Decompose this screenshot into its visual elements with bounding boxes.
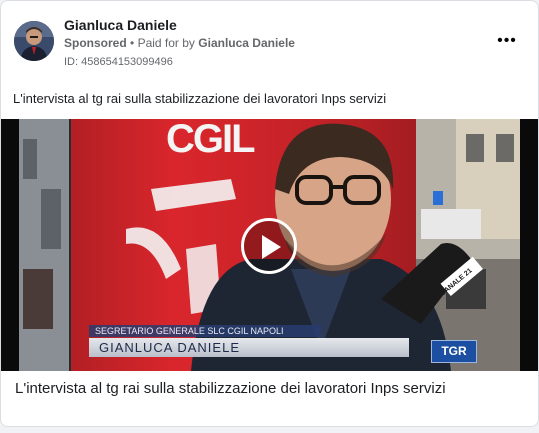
more-options-button[interactable]: ••• [495, 31, 519, 51]
play-icon [262, 235, 281, 259]
lower-third-role: SEGRETARIO GENERALE SLC CGIL NAPOLI [89, 325, 321, 337]
ad-id: ID: 458654153099496 [64, 56, 173, 68]
banner-lettering: CGIL [166, 119, 256, 161]
ad-card: Gianluca Daniele Sponsored • Paid for by… [0, 0, 539, 427]
lower-third-name: GIANLUCA DANIELE [89, 338, 409, 357]
link-card-footer[interactable]: L'intervista al tg rai sulla stabilizzaz… [1, 371, 538, 426]
separator-dot: • [130, 36, 135, 50]
video-player[interactable]: CGIL CANALE 21 SEGRETARIO GENERALE SLC C… [1, 119, 538, 371]
channel-logo: TGR [431, 340, 477, 363]
advertiser-avatar[interactable] [14, 21, 54, 61]
more-horizontal-icon: ••• [497, 32, 517, 49]
sponsored-label: Sponsored [64, 36, 127, 50]
paid-for-name[interactable]: Gianluca Daniele [198, 36, 295, 50]
news-lower-third: SEGRETARIO GENERALE SLC CGIL NAPOLI GIAN… [89, 325, 409, 359]
paid-for-prefix: Paid for by [137, 36, 195, 50]
play-button[interactable] [241, 218, 297, 274]
sponsorship-line: Sponsored • Paid for by Gianluca Daniele [64, 36, 295, 50]
avatar-photo [14, 21, 54, 61]
link-card-headline[interactable]: L'intervista al tg rai sulla stabilizzaz… [15, 380, 446, 397]
advertiser-name[interactable]: Gianluca Daniele [64, 17, 177, 33]
post-body-text: L'intervista al tg rai sulla stabilizzaz… [13, 91, 387, 106]
